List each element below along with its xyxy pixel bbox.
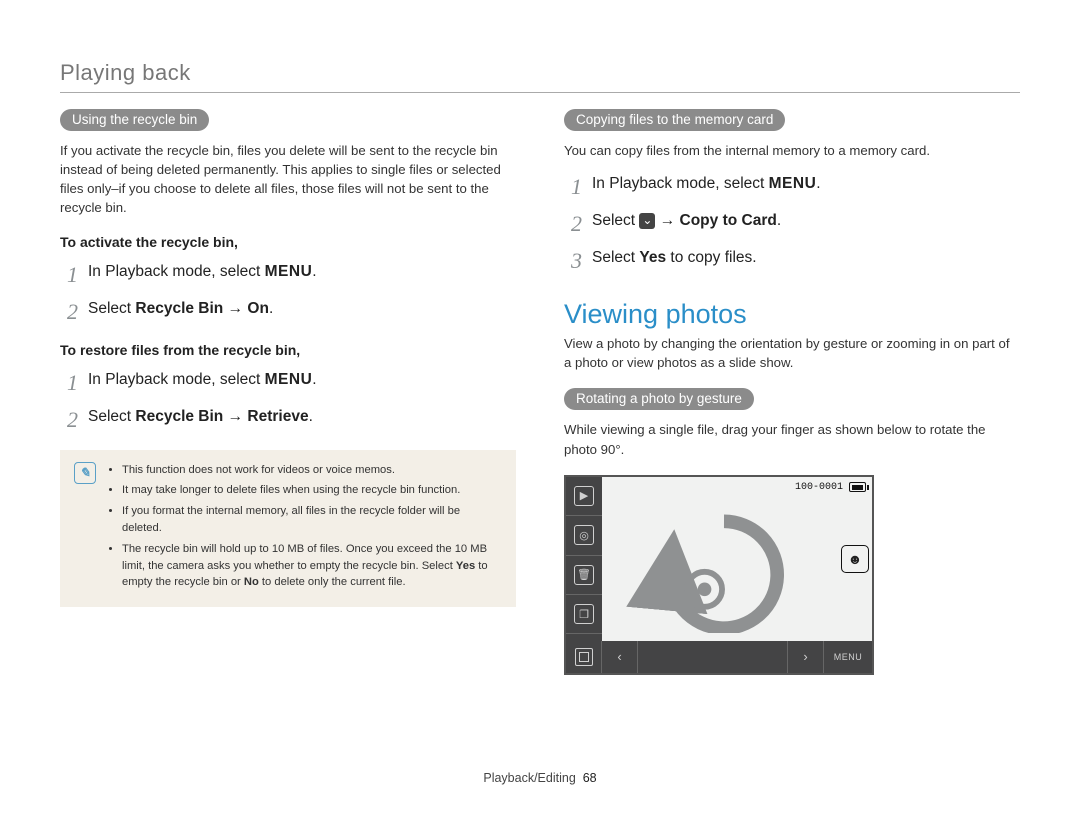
step-bold: Retrieve [247,408,308,425]
step: 2 Select Recycle Bin → Retrieve. [60,403,516,436]
copy-intro: You can copy files from the internal mem… [564,141,1020,160]
note-box: ✎ This function does not work for videos… [60,450,516,608]
note-icon: ✎ [74,462,96,484]
rotate-gesture-graphic [626,497,822,633]
recycle-bin-intro: If you activate the recycle bin, files y… [60,141,516,218]
step-text: In Playback mode, select [88,371,265,388]
step-text-tail: . [309,408,313,425]
right-column: Copying files to the memory card You can… [564,109,1020,759]
page-footer: Playback/Editing 68 [60,759,1020,785]
step-bold: Recycle Bin [135,408,223,425]
note-text: to delete only the current file. [259,576,406,588]
left-column: Using the recycle bin If you activate th… [60,109,516,759]
arrow: → [223,300,247,317]
step-text-tail: . [777,212,781,229]
step: 1 In Playback mode, select MENU. [60,366,516,399]
camera-screenshot: ▶ ◎ 🗑 ❐ ▤ 100-0001 ☻ [564,475,874,675]
subhead-restore-recycle: To restore files from the recycle bin, [60,342,516,358]
step-text-tail: . [312,371,316,388]
note-bold: Yes [456,560,475,572]
arrow: → [655,212,679,229]
step-text-tail: to copy files. [666,249,756,266]
step-text: In Playback mode, select [592,175,769,192]
battery-icon [849,482,866,492]
step-text: Select [88,408,135,425]
screenshot-status: 100-0001 [795,482,866,493]
step-text-tail: . [269,300,273,317]
arrow: → [223,408,247,425]
file-counter: 100-0001 [795,482,843,493]
step-number: 1 [60,258,78,291]
subhead-activate-recycle: To activate the recycle bin, [60,234,516,250]
step-number: 2 [60,295,78,328]
step-number: 1 [564,170,582,203]
menu-icon: MENU [265,263,313,280]
thumbnail-icon [575,648,593,666]
menu-icon: MENU [769,175,817,192]
step-text: In Playback mode, select [88,263,265,280]
step: 2 Select ⌄ → Copy to Card. [564,207,1020,240]
viewing-photos-intro: View a photo by changing the orientation… [564,334,1020,372]
note-item: The recycle bin will hold up to 10 MB of… [122,541,502,591]
step-bold: On [247,300,269,317]
step-bold: Copy to Card [680,212,777,229]
step-number: 3 [564,244,582,277]
step-text: Select [592,249,639,266]
step-bold: Yes [639,249,666,266]
step: 1 In Playback mode, select MENU. [564,170,1020,203]
heading-viewing-photos: Viewing photos [564,299,1020,330]
menu-label: MENU [834,652,863,662]
section-header: Playing back [60,60,1020,86]
footer-path: Playback/Editing [483,771,575,785]
target-icon: ◎ [574,525,594,545]
note-item: This function does not work for videos o… [122,462,502,479]
face-icon: ☻ [841,545,869,573]
play-icon: ▶ [574,486,594,506]
trash-icon: 🗑 [574,565,594,585]
note-item: It may take longer to delete files when … [122,482,502,499]
step-text: Select [592,212,639,229]
step-bold: Recycle Bin [135,300,223,317]
pill-copy-to-card: Copying files to the memory card [564,109,785,131]
note-text: The recycle bin will hold up to 10 MB of… [122,543,487,572]
step-text: Select [88,300,135,317]
down-chevron-icon: ⌄ [639,213,655,229]
card-icon: ❐ [574,604,594,624]
note-item: If you format the internal memory, all f… [122,503,502,537]
note-bold: No [244,576,259,588]
step-text-tail: . [312,263,316,280]
step: 3 Select Yes to copy files. [564,244,1020,277]
pill-using-recycle-bin: Using the recycle bin [60,109,209,131]
header-rule [60,92,1020,93]
menu-icon: MENU [265,371,313,388]
step-number: 2 [564,207,582,240]
page-number: 68 [583,771,597,785]
rotate-text: While viewing a single file, drag your f… [564,420,1020,458]
screenshot-bottom-toolbar: ‹ › MENU [566,641,872,673]
prev-icon: ‹ [617,649,621,664]
pill-rotating-by-gesture: Rotating a photo by gesture [564,388,754,410]
step-number: 2 [60,403,78,436]
step: 2 Select Recycle Bin → On. [60,295,516,328]
step-text-tail: . [816,175,820,192]
next-icon: › [803,649,807,664]
step-number: 1 [60,366,78,399]
step: 1 In Playback mode, select MENU. [60,258,516,291]
